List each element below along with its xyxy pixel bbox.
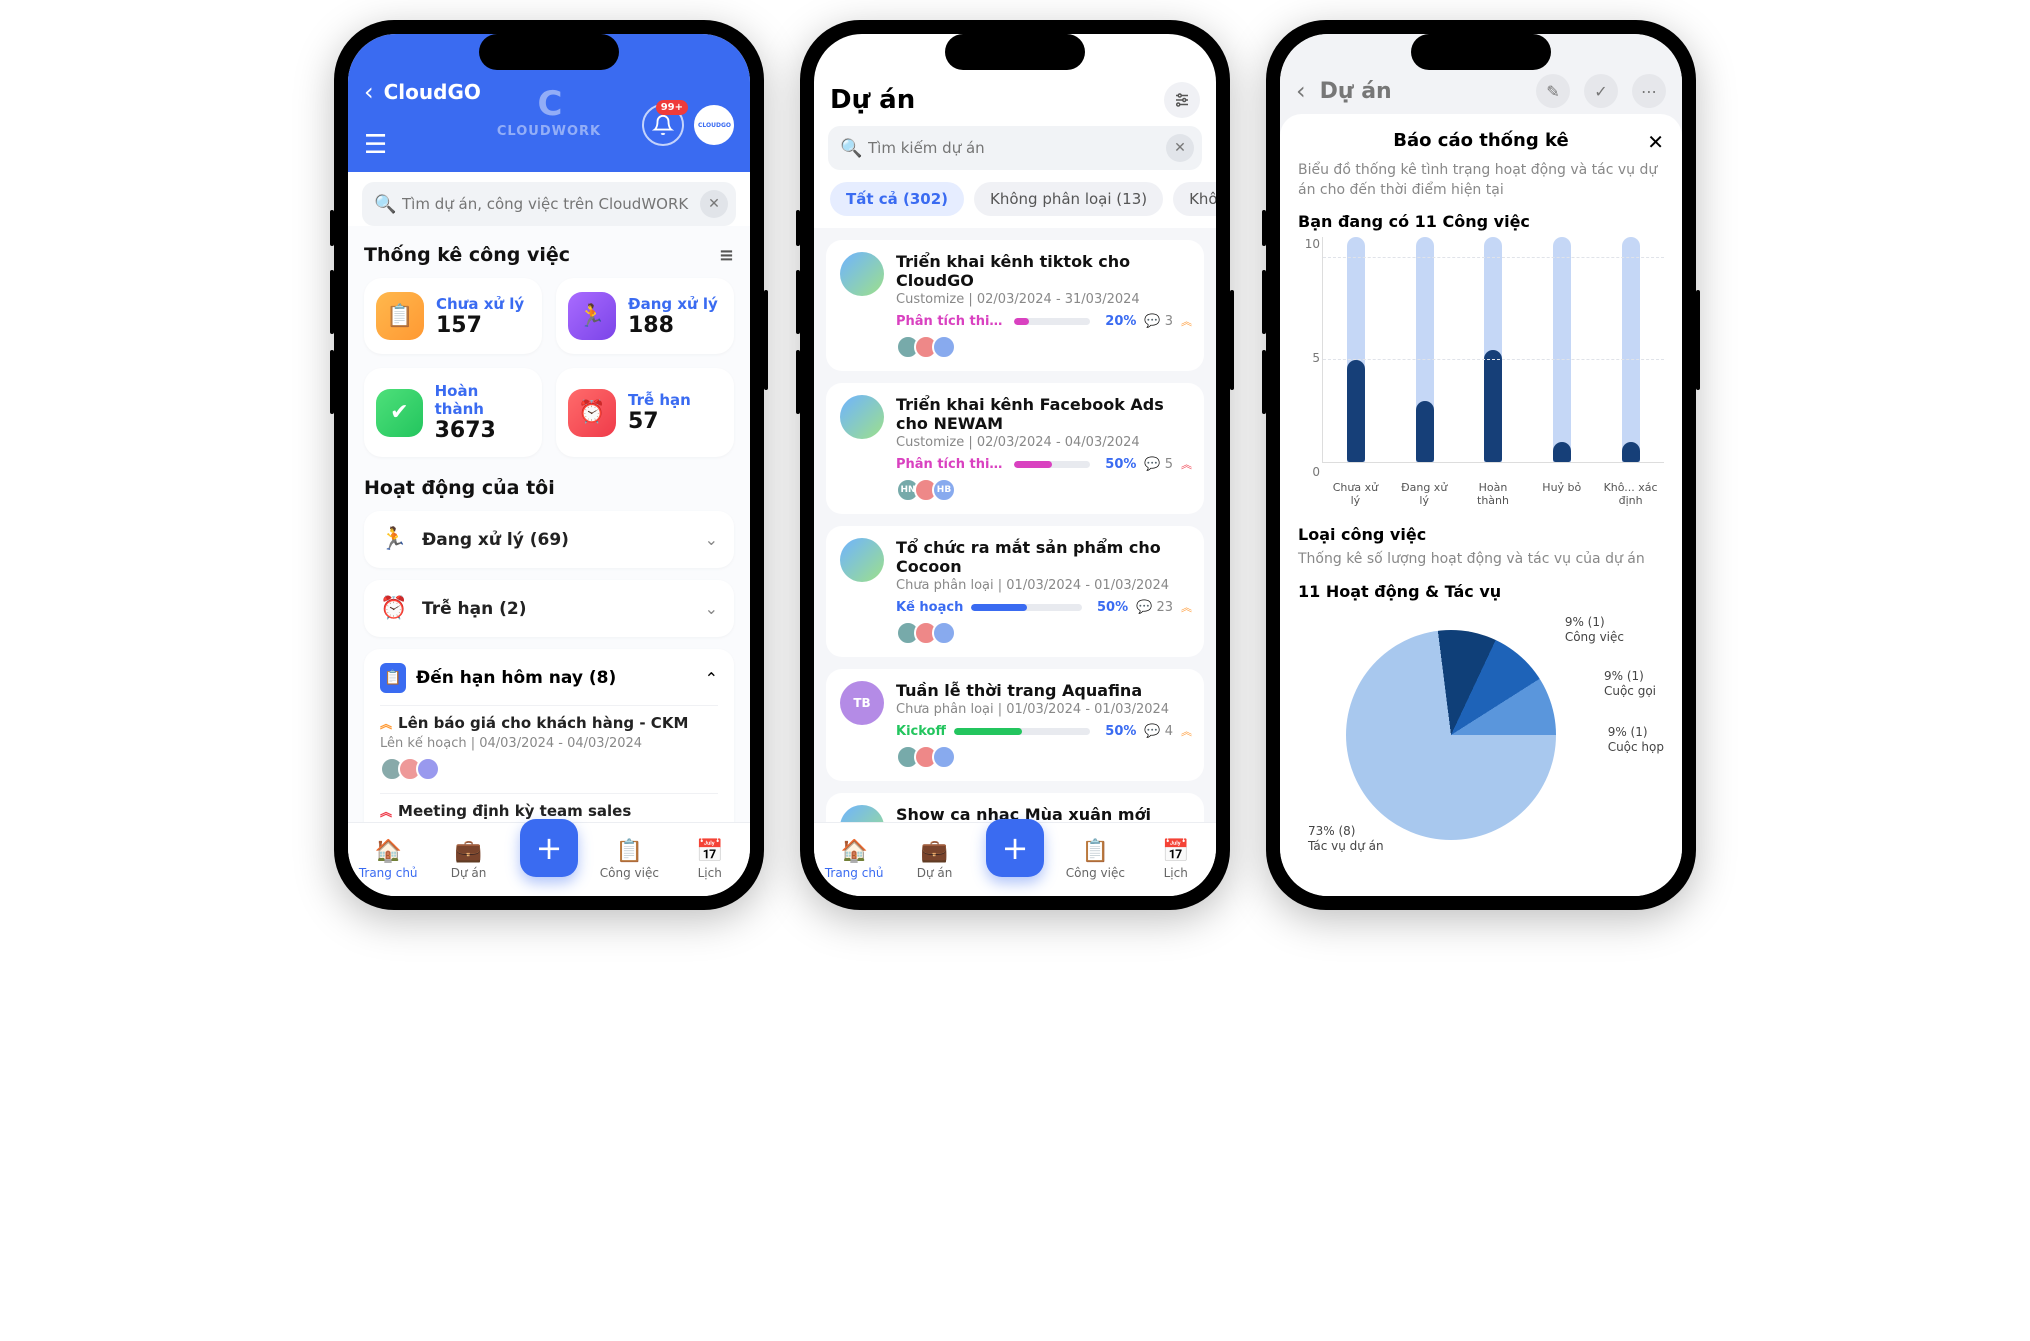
tab-calendar[interactable]: 📅Lịch <box>680 839 740 880</box>
check-icon: ✔ <box>376 389 423 437</box>
fab-add[interactable]: + <box>520 819 578 877</box>
project-avatar <box>840 252 884 296</box>
stat-late[interactable]: ⏰ Trễ hạn 57 <box>556 368 734 457</box>
tab-projects[interactable]: 💼Dự án <box>905 839 965 880</box>
close-icon[interactable]: ✕ <box>1647 130 1664 154</box>
filter-icon[interactable]: ≡ <box>719 245 734 266</box>
comment-icon: 💬 4 <box>1144 724 1173 739</box>
project-avatar <box>840 395 884 439</box>
project-card[interactable]: Triển khai kênh tiktok cho CloudGOCustom… <box>826 240 1204 371</box>
home-icon: 🏠 <box>840 839 867 864</box>
running-icon: 🏃 <box>380 527 410 552</box>
edit-icon[interactable]: ✎ <box>1536 74 1570 108</box>
calendar-icon: 📅 <box>1162 839 1189 864</box>
task-row[interactable]: ︽ Lên báo giá cho khách hàng - CKM Lên k… <box>380 705 718 793</box>
filter-chip[interactable]: Tất cả (302) <box>830 182 964 216</box>
section-title: Loại công việc <box>1298 525 1664 544</box>
priority-icon: ︽ <box>1181 599 1190 615</box>
chevron-down-icon: ⌄ <box>705 599 718 618</box>
chevron-up-icon[interactable]: ⌃ <box>705 669 718 688</box>
clear-search-icon[interactable]: ✕ <box>1166 134 1194 162</box>
search-input[interactable] <box>828 126 1202 170</box>
project-card[interactable]: Triển khai kênh Facebook Ads cho NEWAMCu… <box>826 383 1204 514</box>
clipboard-icon: 📋 <box>616 839 643 864</box>
status-bar-chart: 1050 Chưa xử lýĐang xử lýHoàn thànhHuỷ b… <box>1298 237 1664 507</box>
sheet-description: Biểu đồ thống kê tình trạng hoạt động và… <box>1298 161 1664 200</box>
more-icon[interactable]: ⋯ <box>1632 74 1666 108</box>
project-avatar: TB <box>840 681 884 725</box>
home-icon: 🏠 <box>374 839 401 864</box>
settings-icon[interactable] <box>1164 82 1200 118</box>
project-avatar <box>840 538 884 582</box>
briefcase-icon: 💼 <box>921 839 948 864</box>
tab-tasks[interactable]: 📋Công việc <box>599 839 659 880</box>
bell-icon[interactable]: 99+ <box>642 104 684 146</box>
search-icon: 🔍 <box>840 138 862 159</box>
brand-logo: C CLOUDWORK <box>497 84 601 139</box>
chart-title: Bạn đang có 11 Công việc <box>1298 212 1664 231</box>
back-icon[interactable]: ‹ <box>1296 77 1306 105</box>
tabbar: 🏠Trang chủ 💼Dự án 📋Công việc 📅Lịch + <box>348 822 750 896</box>
priority-icon: ︽ <box>380 803 390 820</box>
tabbar: 🏠Trang chủ 💼Dự án 📋Công việc 📅Lịch + <box>814 822 1216 896</box>
alarm-icon: ⏰ <box>380 596 410 621</box>
header-title: CloudGO <box>384 80 481 104</box>
project-avatar <box>840 805 884 822</box>
tab-home[interactable]: 🏠Trang chủ <box>358 839 418 880</box>
tab-projects[interactable]: 💼Dự án <box>439 839 499 880</box>
filter-chip[interactable]: Không xác <box>1173 182 1216 216</box>
task-row[interactable]: ︽ Meeting định kỳ team sales Lên kế hoạc… <box>380 793 718 822</box>
section-sub: Thống kê số lượng hoạt động và tác vụ củ… <box>1298 550 1664 570</box>
task-type-pie-chart: 9% (1) Công việc 9% (1) Cuộc gọi 9% (1) … <box>1298 615 1664 855</box>
filter-chip[interactable]: Không phân loại (13) <box>974 182 1163 216</box>
clear-search-icon[interactable]: ✕ <box>700 190 728 218</box>
stat-pending[interactable]: 📋 Chưa xử lý 157 <box>364 278 542 354</box>
comment-icon: 💬 3 <box>1144 314 1173 329</box>
search-input[interactable] <box>362 182 736 226</box>
running-icon: 🏃 <box>568 292 616 340</box>
tab-calendar[interactable]: 📅Lịch <box>1146 839 1206 880</box>
briefcase-icon: 💼 <box>455 839 482 864</box>
comment-icon: 💬 5 <box>1144 457 1173 472</box>
alarm-icon: ⏰ <box>568 389 616 437</box>
due-today-block: 📋 Đến hạn hôm nay (8) ⌃ ︽ Lên báo giá ch… <box>364 649 734 822</box>
clipboard-icon: 📋 <box>376 292 424 340</box>
page-title: Dự án <box>830 85 915 115</box>
priority-icon: ︽ <box>1181 723 1190 739</box>
pie-title: 11 Hoạt động & Tác vụ <box>1298 582 1664 601</box>
stat-doing[interactable]: 🏃 Đang xử lý 188 <box>556 278 734 354</box>
activity-doing[interactable]: 🏃 Đang xử lý (69) ⌄ <box>364 511 734 568</box>
project-card[interactable]: Tổ chức ra mắt sản phẩm cho CocoonChưa p… <box>826 526 1204 657</box>
project-card[interactable]: Show ca nhạc Mùa xuân mới 2024Chưa phân … <box>826 793 1204 822</box>
tab-tasks[interactable]: 📋Công việc <box>1065 839 1125 880</box>
priority-icon: ︽ <box>1181 456 1190 472</box>
profile-avatar[interactable]: CLOUDGO <box>694 105 734 145</box>
fab-add[interactable]: + <box>986 819 1044 877</box>
chevron-down-icon: ⌄ <box>705 530 718 549</box>
stats-title: Thống kê công việc <box>364 244 570 266</box>
project-card[interactable]: TBTuần lễ thời trang AquafinaChưa phân l… <box>826 669 1204 781</box>
comment-icon: 💬 23 <box>1136 600 1173 615</box>
sheet-title: Báo cáo thống kê <box>1393 130 1568 151</box>
priority-icon: ︽ <box>1181 313 1190 329</box>
search-icon: 🔍 <box>374 194 396 215</box>
calendar-icon: 📅 <box>696 839 723 864</box>
activity-title: Hoạt động của tôi <box>364 477 555 499</box>
activity-late[interactable]: ⏰ Trễ hạn (2) ⌄ <box>364 580 734 637</box>
priority-icon: ︽ <box>380 715 390 732</box>
back-icon[interactable]: ‹ <box>364 78 374 106</box>
stat-done[interactable]: ✔ Hoàn thành 3673 <box>364 368 542 457</box>
clipboard-icon: 📋 <box>380 663 406 693</box>
notification-badge: 99+ <box>656 100 688 115</box>
check-icon[interactable]: ✓ <box>1584 74 1618 108</box>
tab-home[interactable]: 🏠Trang chủ <box>824 839 884 880</box>
clipboard-icon: 📋 <box>1082 839 1109 864</box>
